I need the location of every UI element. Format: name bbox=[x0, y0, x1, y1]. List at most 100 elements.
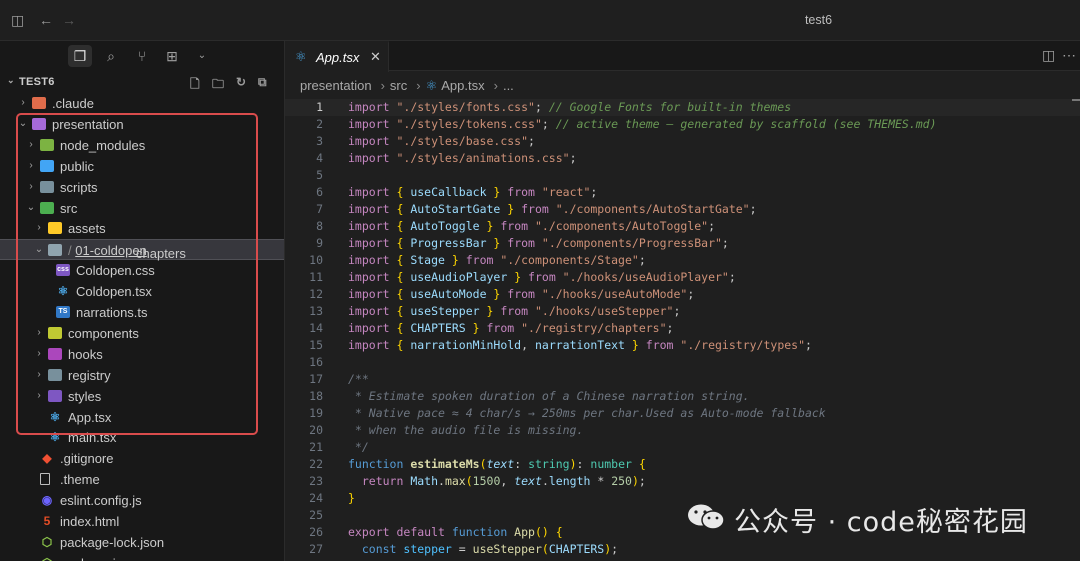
code-token: ; bbox=[534, 100, 549, 114]
line-number: 23 bbox=[309, 474, 323, 488]
code-line[interactable]: 11 import { useAudioPlayer } from "./hook… bbox=[285, 269, 1080, 286]
code-token: useCallback bbox=[410, 185, 487, 199]
code-text: */ bbox=[348, 439, 369, 456]
code-line[interactable]: 3 import "./styles/base.css"; bbox=[285, 133, 1080, 150]
code-token: ( bbox=[479, 457, 487, 471]
code-token: , bbox=[500, 474, 515, 488]
code-line[interactable]: 16 bbox=[285, 354, 1080, 371]
breadcrumb: presentation › src › ⚛ App.tsx ›... bbox=[300, 78, 518, 96]
code-line[interactable]: 2 import "./styles/tokens.css"; // active… bbox=[285, 116, 1080, 133]
code-line[interactable]: 14 import { CHAPTERS } from "./registry/c… bbox=[285, 320, 1080, 337]
tree-file[interactable]: ⚛ App.tsx bbox=[0, 407, 284, 428]
explorer-section-header[interactable]: ⌄ TEST6 🗋 🗀 ↻ ⧉ bbox=[0, 73, 284, 91]
tree-file[interactable]: TS narrations.ts bbox=[0, 302, 284, 323]
tree-folder[interactable]: ⌄ chapters / 01-coldopen bbox=[0, 239, 284, 261]
code-line[interactable]: 13 import { useStepper } from "./hooks/us… bbox=[285, 303, 1080, 320]
tree-file[interactable]: ⚛ Coldopen.tsx bbox=[0, 281, 284, 302]
breadcrumb-item[interactable]: ... bbox=[503, 78, 514, 93]
tree-folder[interactable]: › styles bbox=[0, 386, 284, 407]
code-line[interactable]: 23 return Math.max(1500, text.length * 2… bbox=[285, 473, 1080, 490]
line-number: 16 bbox=[309, 355, 323, 369]
css-file-icon: css bbox=[56, 264, 70, 277]
code-text: import { useStepper } from "./hooks/useS… bbox=[348, 303, 680, 320]
source-control-icon[interactable]: ⑂ bbox=[130, 45, 154, 67]
chevron-down-icon[interactable]: ⌄ bbox=[34, 244, 44, 256]
code-line[interactable]: 1 import "./styles/fonts.css"; // Google … bbox=[285, 99, 1080, 116]
code-line[interactable]: 20 * when the audio file is missing. bbox=[285, 422, 1080, 439]
tree-folder[interactable]: › components bbox=[0, 323, 284, 344]
chevron-down-icon[interactable]: ⌄ bbox=[18, 118, 28, 130]
tree-folder[interactable]: ⌄ presentation bbox=[0, 114, 284, 135]
code-token: { bbox=[396, 219, 411, 233]
line-number: 4 bbox=[316, 151, 323, 165]
chevron-right-icon[interactable]: › bbox=[34, 222, 44, 234]
tree-file[interactable]: ⚛ main.tsx bbox=[0, 427, 284, 448]
tree-file[interactable]: ◉ eslint.config.js bbox=[0, 490, 284, 511]
chevron-right-icon[interactable]: › bbox=[34, 327, 44, 339]
tree-folder[interactable]: › node_modules bbox=[0, 135, 284, 156]
code-token: Math bbox=[410, 474, 439, 488]
tree-folder[interactable]: › public bbox=[0, 156, 284, 177]
tree-file[interactable]: 5 index.html bbox=[0, 511, 284, 532]
code-token: ; bbox=[528, 134, 535, 148]
collapse-all-icon[interactable]: ⧉ bbox=[258, 75, 267, 90]
code-line[interactable]: 6 import { useCallback } from "react"; bbox=[285, 184, 1080, 201]
tree-file[interactable]: css Coldopen.css bbox=[0, 260, 284, 281]
tree-folder[interactable]: › hooks bbox=[0, 344, 284, 365]
code-line[interactable]: 15 import { narrationMinHold, narrationTe… bbox=[285, 337, 1080, 354]
code-line[interactable]: 7 import { AutoStartGate } from "./compon… bbox=[285, 201, 1080, 218]
tree-folder[interactable]: › scripts bbox=[0, 177, 284, 198]
chevron-right-icon[interactable]: › bbox=[26, 160, 36, 172]
more-actions-icon[interactable]: ⋯ bbox=[1062, 47, 1076, 64]
chevron-right-icon[interactable]: › bbox=[34, 369, 44, 381]
breadcrumb-item[interactable]: App.tsx bbox=[441, 78, 484, 93]
line-number: 24 bbox=[309, 491, 323, 505]
chevron-right-icon[interactable]: › bbox=[34, 348, 44, 360]
code-line[interactable]: 5 bbox=[285, 167, 1080, 184]
code-line[interactable]: 22 function estimateMs(text: string): num… bbox=[285, 456, 1080, 473]
chevron-right-icon[interactable]: › bbox=[18, 97, 28, 109]
folder-icon bbox=[48, 389, 62, 402]
code-line[interactable]: 19 * Native pace ≈ 4 char/s → 250ms per … bbox=[285, 405, 1080, 422]
extensions-icon[interactable]: ⊞ bbox=[160, 45, 184, 67]
code-line[interactable]: 21 */ bbox=[285, 439, 1080, 456]
code-line[interactable]: 8 import { AutoToggle } from "./component… bbox=[285, 218, 1080, 235]
code-line[interactable]: 12 import { useAutoMode } from "./hooks/u… bbox=[285, 286, 1080, 303]
chevron-right-icon[interactable]: › bbox=[26, 139, 36, 151]
close-icon[interactable]: ✕ bbox=[370, 49, 381, 65]
chevron-down-icon[interactable]: ⌄ bbox=[26, 202, 36, 214]
line-number: 20 bbox=[309, 423, 323, 437]
tree-item-label: Coldopen.tsx bbox=[76, 284, 152, 300]
tree-folder[interactable]: ⌄ src bbox=[0, 198, 284, 219]
tree-file[interactable]: ⬡ package.json bbox=[0, 553, 284, 561]
line-number: 14 bbox=[309, 321, 323, 335]
code-line[interactable]: 9 import { ProgressBar } from "./componen… bbox=[285, 235, 1080, 252]
code-token: max bbox=[444, 474, 466, 488]
breadcrumb-item[interactable]: src bbox=[390, 78, 407, 93]
code-line[interactable]: 18 * Estimate spoken duration of a Chine… bbox=[285, 388, 1080, 405]
code-token: ; bbox=[687, 287, 695, 301]
more-views-chevron-icon[interactable]: ⌄ bbox=[190, 45, 214, 67]
code-line[interactable]: 17 /** bbox=[285, 371, 1080, 388]
search-icon[interactable]: ⌕ bbox=[99, 45, 123, 67]
code-text: import { AutoToggle } from "./components… bbox=[348, 218, 715, 235]
split-editor-icon[interactable]: ◫ bbox=[1042, 47, 1055, 64]
tab-app-tsx[interactable]: ⚛ App.tsx ✕ bbox=[285, 41, 389, 72]
refresh-icon[interactable]: ↻ bbox=[236, 75, 246, 89]
explorer-icon[interactable]: ❐ bbox=[68, 45, 92, 67]
tree-file[interactable]: .theme bbox=[0, 469, 284, 490]
line-number: 25 bbox=[309, 508, 323, 522]
tree-file[interactable]: ⬡ package-lock.json bbox=[0, 532, 284, 553]
tree-folder[interactable]: › .claude bbox=[0, 93, 284, 114]
code-line[interactable]: 4 import "./styles/animations.css"; bbox=[285, 150, 1080, 167]
breadcrumb-item[interactable]: presentation bbox=[300, 78, 372, 93]
code-line[interactable]: 10 import { Stage } from "./components/St… bbox=[285, 252, 1080, 269]
tree-item-label: Coldopen.css bbox=[76, 263, 155, 279]
tree-folder[interactable]: › registry bbox=[0, 365, 284, 386]
chevron-right-icon[interactable]: › bbox=[34, 390, 44, 402]
tree-folder[interactable]: › assets bbox=[0, 218, 284, 239]
chevron-right-icon[interactable]: › bbox=[26, 181, 36, 193]
breadcrumb-separator-icon: › bbox=[380, 78, 385, 93]
tree-file[interactable]: ◆ .gitignore bbox=[0, 448, 284, 469]
code-line[interactable]: 27 const stepper = useStepper(CHAPTERS); bbox=[285, 541, 1080, 558]
